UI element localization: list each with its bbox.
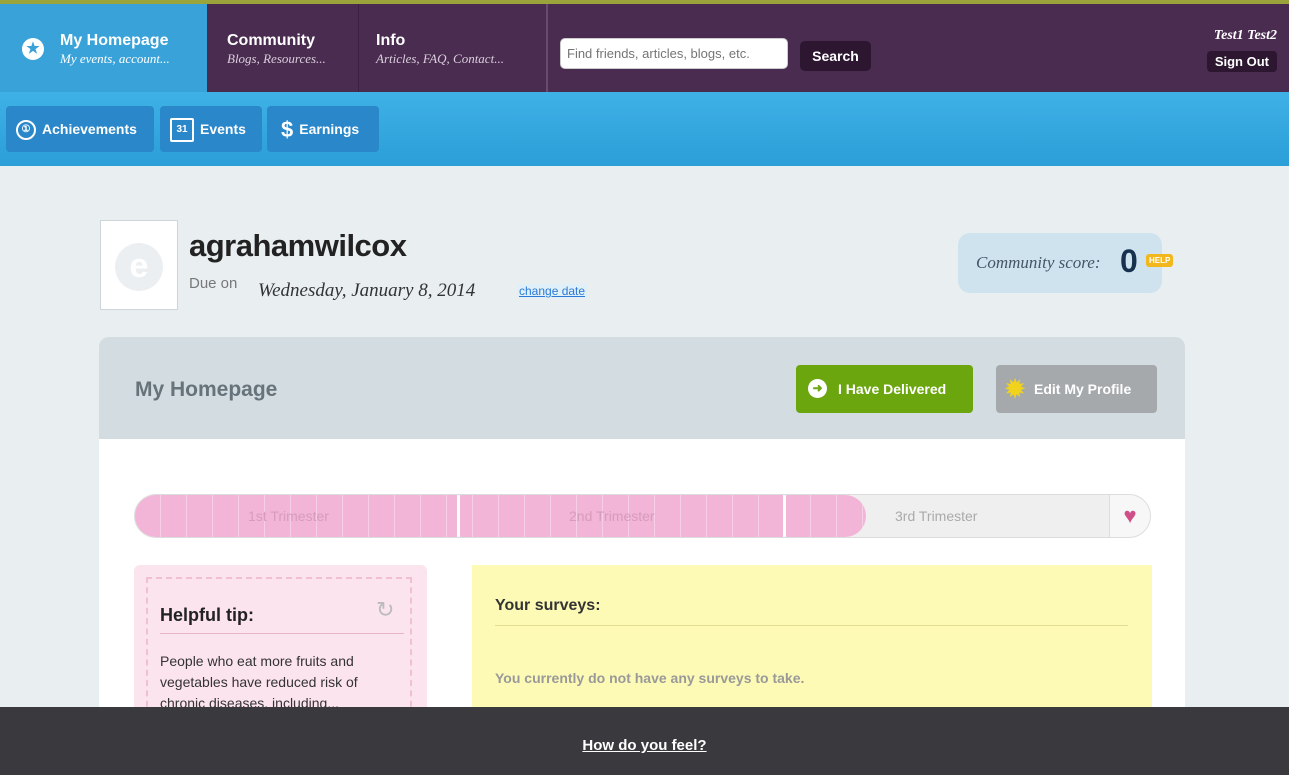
how-do-you-feel-link[interactable]: How do you feel? bbox=[0, 737, 1289, 754]
sign-out-button[interactable]: Sign Out bbox=[1206, 51, 1277, 72]
homepage-panel-header: My Homepage ➜ I Have Delivered ✹ Edit My… bbox=[99, 337, 1185, 439]
tab-title: Community bbox=[227, 32, 315, 49]
pregnancy-progress-bar: 1st Trimester 2nd Trimester 3rd Trimeste… bbox=[134, 494, 1151, 538]
search-button[interactable]: Search bbox=[800, 41, 871, 71]
scrollbar[interactable] bbox=[1281, 166, 1289, 707]
tab-community[interactable]: Community Blogs, Resources... bbox=[207, 4, 359, 92]
username: agrahamwilcox bbox=[189, 228, 407, 263]
user-name[interactable]: Test1 Test2 bbox=[1214, 28, 1277, 44]
earnings-label: Earnings bbox=[299, 121, 360, 137]
events-label: Events bbox=[200, 121, 246, 137]
sub-navigation-bar: ① Achievements 31 Events $ Earnings bbox=[0, 92, 1289, 166]
trimester-label-3: 3rd Trimester bbox=[895, 508, 978, 524]
due-label: Due on bbox=[189, 275, 238, 292]
tip-border: Helpful tip: ↻ People who eat more fruit… bbox=[146, 577, 412, 717]
trimester-label-2: 2nd Trimester bbox=[569, 508, 655, 524]
divider bbox=[160, 633, 404, 634]
trimester-divider bbox=[783, 495, 786, 537]
due-date: Wednesday, January 8, 2014 bbox=[258, 280, 476, 301]
star-icon: ★ bbox=[22, 38, 44, 60]
achievements-button[interactable]: ① Achievements bbox=[6, 106, 154, 152]
search-input[interactable] bbox=[560, 38, 788, 69]
tab-title: My Homepage bbox=[60, 32, 169, 49]
tab-subtitle: Articles, FAQ, Contact... bbox=[376, 51, 504, 66]
trimester-divider bbox=[457, 495, 460, 537]
community-score-label: Community score: bbox=[976, 253, 1101, 272]
dollar-icon: $ bbox=[281, 117, 294, 143]
arrow-right-icon: ➜ bbox=[808, 379, 827, 398]
gear-icon: ✹ bbox=[1005, 376, 1026, 403]
community-score-box: Community score: 0 HELP bbox=[958, 233, 1174, 293]
tip-text: People who eat more fruits and vegetable… bbox=[160, 653, 358, 711]
surveys-title: Your surveys: bbox=[495, 597, 601, 614]
trimester-label-1: 1st Trimester bbox=[248, 508, 329, 524]
events-button[interactable]: 31 Events bbox=[160, 106, 262, 152]
community-score-value: 0 bbox=[1120, 243, 1138, 279]
edit-profile-button[interactable]: ✹ Edit My Profile bbox=[996, 365, 1157, 413]
i-have-delivered-button[interactable]: ➜ I Have Delivered bbox=[796, 365, 973, 413]
tip-title: Helpful tip: bbox=[160, 605, 254, 625]
refresh-icon[interactable]: ↻ bbox=[376, 597, 394, 623]
heart-icon[interactable]: ♥ bbox=[1109, 495, 1150, 537]
pregnancy-progress-fill bbox=[135, 495, 866, 537]
change-date-link[interactable]: change date bbox=[517, 284, 588, 298]
surveys-card: Your surveys: You currently do not have … bbox=[472, 565, 1152, 715]
avatar[interactable]: e bbox=[100, 220, 178, 310]
tab-my-homepage[interactable]: ★ My Homepage My events, account... bbox=[0, 4, 207, 92]
default-avatar-icon: e bbox=[115, 243, 163, 291]
achievements-label: Achievements bbox=[42, 121, 137, 137]
divider bbox=[495, 625, 1128, 626]
medal-icon: ① bbox=[16, 120, 36, 141]
surveys-empty-message: You currently do not have any surveys to… bbox=[495, 670, 805, 686]
tab-title: Info bbox=[376, 32, 406, 49]
panel-title: My Homepage bbox=[135, 378, 278, 401]
helpful-tip-card: Helpful tip: ↻ People who eat more fruit… bbox=[134, 565, 427, 717]
tab-subtitle: My events, account... bbox=[60, 51, 170, 66]
help-badge[interactable]: HELP bbox=[1146, 254, 1174, 267]
feedback-footer-bar: How do you feel? bbox=[0, 707, 1289, 775]
delivered-label: I Have Delivered bbox=[838, 381, 947, 397]
top-navigation-bar: ★ My Homepage My events, account... Comm… bbox=[0, 0, 1289, 92]
tab-subtitle: Blogs, Resources... bbox=[227, 51, 326, 66]
edit-profile-label: Edit My Profile bbox=[1034, 381, 1132, 397]
tab-info[interactable]: Info Articles, FAQ, Contact... bbox=[360, 4, 548, 92]
earnings-button[interactable]: $ Earnings bbox=[267, 106, 379, 152]
calendar-icon: 31 bbox=[170, 118, 194, 143]
